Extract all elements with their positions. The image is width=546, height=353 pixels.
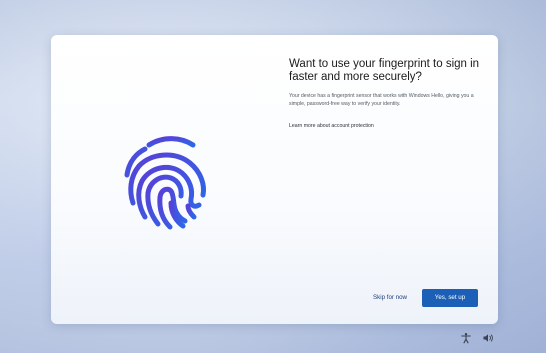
skip-button[interactable]: Skip for now (362, 289, 418, 307)
volume-icon[interactable] (482, 332, 494, 344)
yes-set-up-button[interactable]: Yes, set up (422, 289, 478, 307)
accessibility-icon[interactable] (460, 332, 472, 344)
page-description: Your device has a fingerprint sensor tha… (289, 93, 474, 107)
page-title: Want to use your fingerprint to sign in … (289, 58, 480, 83)
learn-more-link[interactable]: Learn more about account protection (289, 123, 374, 129)
setup-dialog: Want to use your fingerprint to sign in … (51, 35, 498, 324)
fingerprint-icon (124, 136, 206, 230)
